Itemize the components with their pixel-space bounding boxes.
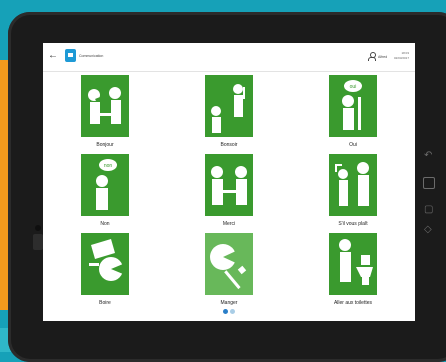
- greeting-handshake-icon: [81, 75, 129, 137]
- date: 02/03/2017: [393, 56, 409, 60]
- card-label: Oui: [349, 142, 357, 148]
- eat-icon: [205, 233, 253, 295]
- user-name[interactable]: Alfred: [378, 55, 387, 59]
- side-sticker: [33, 234, 43, 250]
- search-hardware-icon[interactable]: ◇: [424, 224, 432, 235]
- back-hardware-icon[interactable]: ↶: [424, 150, 432, 161]
- card-label: Merci: [222, 221, 236, 227]
- yes-speech-icon: oui: [329, 75, 377, 137]
- card-bonjour[interactable]: Bonjour: [81, 75, 129, 148]
- card-non[interactable]: non Non: [81, 154, 129, 227]
- card-oui[interactable]: oui Oui: [329, 75, 377, 148]
- card-sil-vous-plait[interactable]: S'il vous plaît: [329, 154, 377, 227]
- pagination-dots: [223, 309, 243, 315]
- card-aller-aux-toilettes[interactable]: Aller aux toilettes: [329, 233, 377, 306]
- no-speech-icon: non: [81, 154, 129, 216]
- user-icon[interactable]: [368, 52, 376, 61]
- card-manger[interactable]: Manger: [205, 233, 253, 306]
- arrow-left-icon[interactable]: ←: [48, 51, 58, 61]
- card-label: Bonsoir: [220, 142, 238, 148]
- please-icon: [329, 154, 377, 216]
- app-title: Communication: [79, 54, 104, 58]
- camera: [35, 225, 41, 231]
- speech-text-oui: oui: [350, 84, 357, 90]
- top-bar: ← Communication Alfred 18:03 02/03/2017: [43, 43, 415, 72]
- recent-hardware-icon[interactable]: ▢: [424, 204, 433, 215]
- card-label: Manger: [220, 300, 238, 306]
- home-hardware-button[interactable]: [423, 177, 435, 189]
- card-label: Boire: [99, 300, 111, 306]
- card-label: Non: [100, 221, 110, 227]
- communication-app-icon: [65, 49, 76, 62]
- card-bonsoir[interactable]: Bonsoir: [205, 75, 253, 148]
- page-dot-2[interactable]: [230, 309, 235, 314]
- card-merci[interactable]: Merci: [205, 154, 253, 227]
- card-label: S'il vous plaît: [338, 221, 368, 227]
- thanks-handshake-icon: [205, 154, 253, 216]
- toilet-icon: [329, 233, 377, 295]
- datetime: 18:03 02/03/2017: [394, 51, 409, 61]
- speech-text-non: non: [104, 163, 113, 169]
- page-dot-1[interactable]: [223, 309, 228, 314]
- card-label: Aller aux toilettes: [333, 300, 373, 306]
- card-label: Bonjour: [96, 142, 114, 148]
- app-screen: ← Communication Alfred 18:03 02/03/2017 …: [43, 43, 415, 321]
- card-boire[interactable]: Boire: [81, 233, 129, 306]
- drink-icon: [81, 233, 129, 295]
- waving-person-icon: [205, 75, 253, 137]
